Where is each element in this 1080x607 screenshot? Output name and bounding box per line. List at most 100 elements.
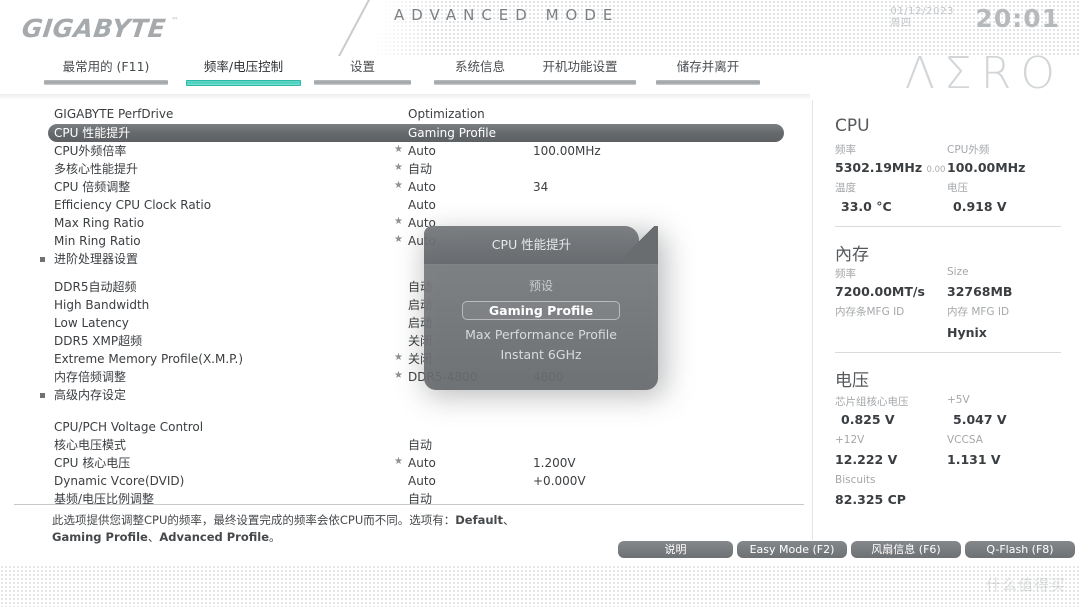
tab-5[interactable]: 储存并离开 [652,56,764,94]
tab-label: 系统信息 [454,59,505,74]
setting-row[interactable]: GIGABYTE PerfDrive Optimization [0,105,812,123]
tab-4[interactable]: 开机功能设置 [520,56,640,94]
voltage-section-title: 电压 [835,371,869,391]
setting-value[interactable]: Auto [408,472,436,490]
setting-label: Extreme Memory Profile(X.M.P.) [54,352,244,366]
sidebar-divider-1 [835,226,1061,227]
tab-1[interactable]: 频率/电压控制 [186,56,301,94]
setting-label: 进阶处理器设置 [54,252,139,266]
cpu-temperature-value: 33.0 °C [841,199,892,214]
setting-value[interactable]: Auto [408,196,436,214]
setting-label: GIGABYTE PerfDrive [54,107,174,121]
submenu-marker-icon [40,257,45,262]
favorite-star-icon[interactable]: ★ [394,235,403,245]
help-separator [14,504,804,505]
setting-label: Min Ring Ratio [54,234,141,248]
cpu-voltage-label: 电压 [947,182,968,194]
cpu-upgrade-dialog: CPU 性能提升 预设 Gaming Profile Max Performanc… [424,226,658,390]
dialog-option-2[interactable]: Instant 6GHz [424,345,658,364]
aero-logo: ΛΣRO [904,48,1064,99]
system-date: 01/12/2023 周四 [890,6,954,30]
setting-row[interactable]: ★ CPU 核心电压 Auto 1.200V [0,454,812,472]
footer-button-3[interactable]: Q-Flash (F8) [965,541,1075,558]
help-option-default: Default [455,513,504,527]
main-tab-bar: 最常用的 (F11) 频率/电压控制 设置 系统信息 开机功能设置 储存并离开 [0,56,810,94]
dialog-option-0[interactable]: Gaming Profile [424,301,658,320]
footer-button-1[interactable]: Easy Mode (F2) [737,541,847,558]
favorite-star-icon[interactable]: ★ [394,457,403,467]
rail-12v-label: +12V [835,434,865,446]
setting-value[interactable]: Gaming Profile [408,124,496,142]
setting-row[interactable]: ★ CPU 倍频调整 Auto 34 [0,178,812,196]
footer-button-2[interactable]: 风扇信息 (F6) [851,541,961,558]
memory-section-title: 內存 [835,245,869,265]
setting-value[interactable]: Auto [408,454,436,472]
mode-title: ADVANCED MODE [394,6,620,24]
setting-value[interactable]: Optimization [408,105,485,123]
cpu-temperature-label: 温度 [835,182,856,194]
setting-row[interactable]: Efficiency CPU Clock Ratio Auto [0,196,812,214]
setting-row[interactable]: 进阶处理器设置 [0,250,812,268]
setting-label: 内存倍频调整 [54,370,127,384]
setting-row[interactable]: DDR5 XMP超频 关闭 [0,332,812,350]
setting-secondary-value: +0.000V [533,474,586,488]
setting-label: Max Ring Ratio [54,216,145,230]
tab-underline [434,80,526,85]
setting-row[interactable]: DDR5自动超频 自动 [0,278,812,296]
biscuits-value: 82.325 CP [835,492,906,507]
favorite-star-icon[interactable]: ★ [394,371,403,381]
help-option-gaming: Gaming Profile [52,530,148,544]
setting-value[interactable]: Auto [408,178,436,196]
setting-row[interactable]: CPU/PCH Voltage Control [0,418,812,436]
biscuits-label: Biscuits [835,474,876,486]
setting-row[interactable]: Dynamic Vcore(DVID) Auto +0.000V [0,472,812,490]
site-watermark: 什么值得买 [985,576,1066,594]
setting-label: Dynamic Vcore(DVID) [54,474,185,488]
setting-secondary-value: 100.00MHz [533,144,601,158]
setting-row[interactable]: ★ CPU外频倍率 Auto 100.00MHz [0,142,812,160]
date-value: 01/12/2023 [890,6,954,17]
favorite-star-icon[interactable]: ★ [394,163,403,173]
setting-label: 核心电压模式 [54,438,127,452]
setting-label: CPU 核心电压 [54,456,131,470]
vccsa-value: 1.131 V [947,452,1001,467]
tab-3[interactable]: 系统信息 [430,56,530,94]
setting-label: 基频/电压比例调整 [54,492,155,506]
cpu-frequency-number: 5302.19MHz [835,160,923,175]
help-end: 。 [269,530,281,544]
favorite-star-icon[interactable]: ★ [394,217,403,227]
favorite-star-icon[interactable]: ★ [394,181,403,191]
footer-button-0[interactable]: 说明 [618,541,733,558]
tab-0[interactable]: 最常用的 (F11) [40,56,172,94]
setting-row[interactable]: ★ Min Ring Ratio Auto [0,232,812,250]
favorite-star-icon[interactable]: ★ [394,145,403,155]
setting-value[interactable]: Auto [408,142,436,160]
tab-2[interactable]: 设置 [310,56,415,94]
setting-row[interactable]: Low Latency 启动 [0,314,812,332]
setting-row[interactable]: ★内存倍频调整DDR5-48004800 [0,368,812,386]
setting-value[interactable]: 自动 [408,436,432,454]
setting-row[interactable]: 高级内存设定 [0,386,812,404]
setting-row[interactable]: ★ Extreme Memory Profile(X.M.P.) 关闭 [0,350,812,368]
help-option-advanced: Advanced Profile [159,530,270,544]
setting-row[interactable]: 核心电压模式 自动 [0,436,812,454]
setting-value[interactable]: 自动 [408,160,432,178]
memory-frequency-label: 频率 [835,268,856,280]
setting-row[interactable]: CPU 性能提升 Gaming Profile [48,124,784,142]
favorite-star-icon[interactable]: ★ [394,353,403,363]
tab-label: 频率/电压控制 [203,59,284,74]
setting-row[interactable]: ★ 多核心性能提升 自动 [0,160,812,178]
setting-row[interactable]: 基频/电压比例调整 自动 [0,490,812,508]
tab-underline [524,80,636,85]
setting-label: DDR5 XMP超频 [54,334,143,348]
setting-label: Efficiency CPU Clock Ratio [54,198,212,212]
cpu-bclk-value: 100.00MHz [947,160,1026,175]
dialog-option-1[interactable]: Max Performance Profile [424,325,658,344]
setting-row[interactable]: ★ Max Ring Ratio Auto [0,214,812,232]
cpu-frequency-value: 5302.19MHz 0.00 [835,160,945,175]
rail-5v-value: 5.047 V [953,412,1007,427]
dialog-body: 预设 Gaming Profile Max Performance Profile… [424,264,658,390]
help-part1: 此选项提供您调整CPU的频率，最终设置完成的频率会依CPU而不同。选项有： [52,513,456,527]
setting-row[interactable]: High Bandwidth 启动 [0,296,812,314]
setting-value[interactable]: 自动 [408,490,432,508]
